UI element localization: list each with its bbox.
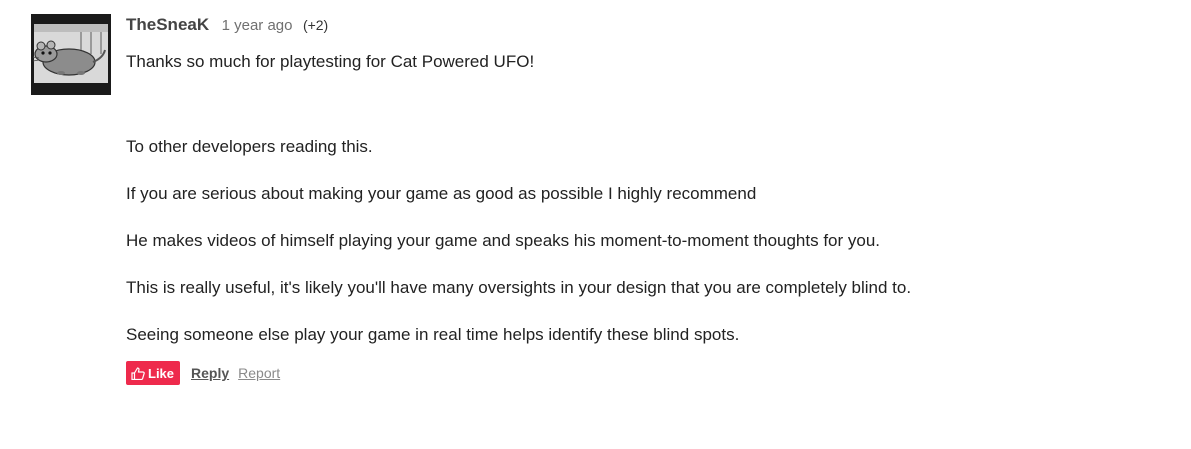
comment-paragraph: This is really useful, it's likely you'l… [126, 278, 912, 297]
author-link[interactable]: TheSneaK [126, 15, 209, 34]
comment-actions: Like Reply Report [126, 361, 926, 385]
comment-paragraph: If you are serious about making your gam… [126, 184, 757, 203]
avatar[interactable] [31, 14, 111, 95]
comment-meta: TheSneaK 1 year ago (+2) [126, 12, 926, 38]
comment-text: Thanks so much for playtesting for Cat P… [126, 48, 926, 349]
like-label: Like [148, 365, 175, 381]
thumbs-up-icon [131, 366, 145, 380]
comment-time[interactable]: 1 year ago [222, 17, 293, 34]
comment-paragraph: He makes videos of himself playing your … [126, 231, 881, 250]
comment-paragraph: To other developers reading this. [126, 137, 373, 156]
reply-link[interactable]: Reply [191, 365, 229, 381]
comment-paragraph: Thanks so much for playtesting for Cat P… [126, 52, 535, 71]
comment-paragraph: Seeing someone else play your game in re… [126, 325, 740, 344]
comment-body: TheSneaK 1 year ago (+2) Thanks so much … [126, 12, 926, 385]
report-link[interactable]: Report [238, 365, 280, 381]
comment-score: (+2) [302, 17, 329, 33]
like-button[interactable]: Like [126, 361, 181, 385]
rat-avatar-icon [31, 14, 111, 95]
